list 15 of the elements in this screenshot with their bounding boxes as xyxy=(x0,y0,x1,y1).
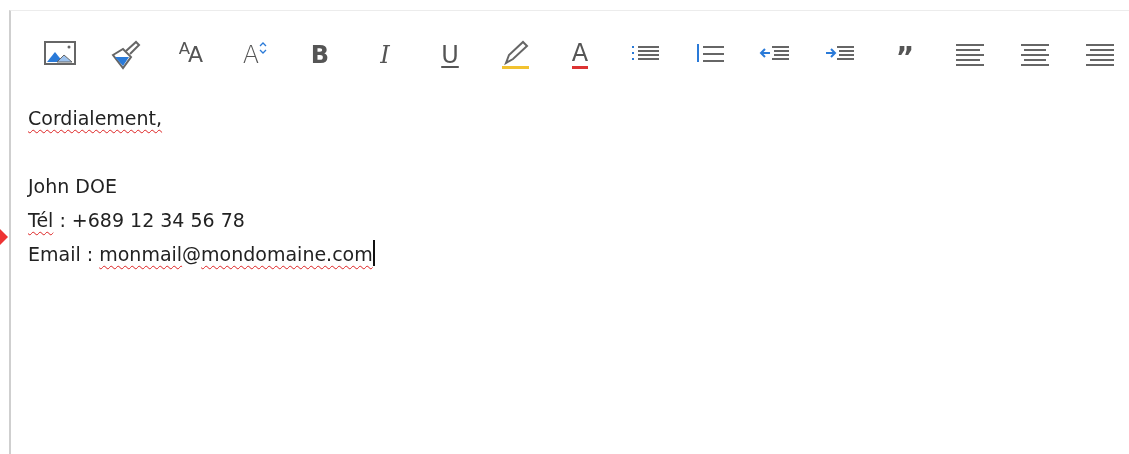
signature-line: John DOE xyxy=(28,174,117,199)
highlighter-icon xyxy=(499,39,531,71)
up-down-icon xyxy=(259,42,268,54)
signature-line: Email : monmail@mondomaine.com xyxy=(28,237,375,271)
italic-button[interactable]: I xyxy=(362,37,408,73)
closing-line: Cordialement, xyxy=(28,106,163,131)
signature-line: Tél : +689 12 34 56 78 xyxy=(28,208,245,233)
font-color-button[interactable]: A xyxy=(557,37,603,73)
grow-font-button[interactable]: A xyxy=(232,37,278,73)
underline-button[interactable]: U xyxy=(427,37,473,73)
font-size-button[interactable]: $^{A}$A xyxy=(167,37,213,73)
bold-button[interactable]: B xyxy=(297,37,343,73)
pointer-icon xyxy=(0,229,8,245)
quote-button[interactable]: ” xyxy=(882,37,928,73)
paintbrush-icon xyxy=(109,39,141,71)
